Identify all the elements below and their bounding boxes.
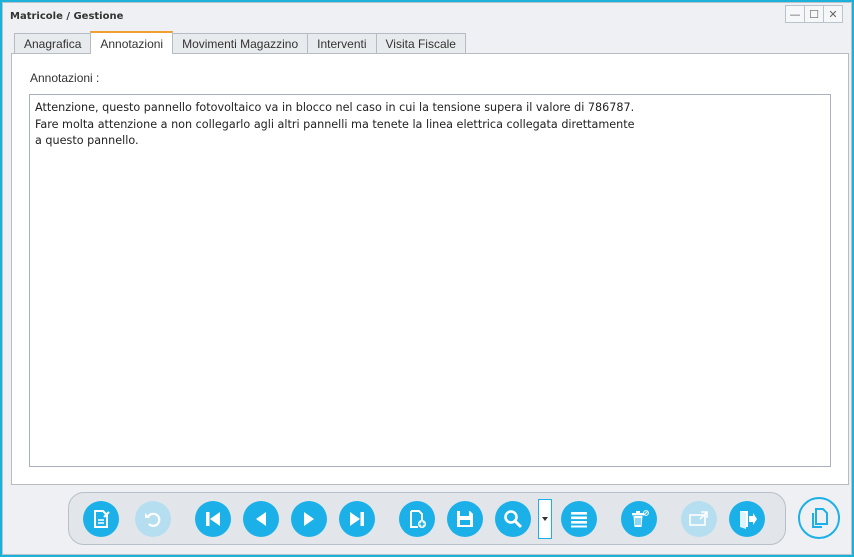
export-button[interactable] [681,501,717,537]
undo-button[interactable] [135,501,171,537]
close-button[interactable]: ✕ [824,5,843,23]
next-record-button[interactable] [291,501,327,537]
tab-annotazioni[interactable]: Annotazioni [90,31,174,54]
list-button[interactable] [561,501,597,537]
previous-icon [256,512,266,526]
tab-anagrafica[interactable]: Anagrafica [14,33,92,53]
tab-visita-fiscale[interactable]: Visita Fiscale [375,33,466,53]
tab-interventi[interactable]: Interventi [307,33,377,53]
maximize-button[interactable]: ☐ [805,5,824,23]
folder-export-icon [689,511,708,526]
new-document-icon [410,510,426,528]
minimize-button[interactable]: — [785,5,805,23]
search-icon [504,510,523,529]
copy-button[interactable] [798,497,840,539]
window-controls: — ☐ ✕ [785,5,843,23]
exit-icon [740,511,757,529]
tab-movimenti-magazzino[interactable]: Movimenti Magazzino [172,33,309,53]
undo-icon [145,512,161,527]
previous-record-button[interactable] [243,501,279,537]
search-button[interactable] [495,501,531,537]
delete-button[interactable] [621,501,657,537]
trash-icon [632,510,649,527]
exit-button[interactable] [729,501,765,537]
main-window: Matricole / Gestione — ☐ ✕ Anagrafica An… [2,2,852,555]
window-title: Matricole / Gestione [10,11,124,22]
edit-document-icon [94,510,110,528]
save-button[interactable] [447,501,483,537]
first-icon [206,512,220,526]
caret-down-icon [542,517,548,521]
annotations-panel: Annotazioni : Attenzione, questo pannell… [11,53,849,485]
last-icon [350,512,364,526]
next-icon [304,512,314,526]
last-record-button[interactable] [339,501,375,537]
annotations-textarea[interactable]: Attenzione, questo pannello fotovoltaico… [29,94,831,467]
tab-bar: Anagrafica Annotazioni Movimenti Magazzi… [14,31,466,54]
search-options-dropdown[interactable] [538,499,552,539]
first-record-button[interactable] [195,501,231,537]
save-icon [457,511,473,527]
list-icon [571,512,587,528]
bottom-toolbar [68,492,786,545]
new-record-button[interactable] [399,501,435,537]
edit-note-button[interactable] [83,501,119,537]
copy-icon [812,508,828,528]
annotations-label: Annotazioni : [30,71,100,85]
